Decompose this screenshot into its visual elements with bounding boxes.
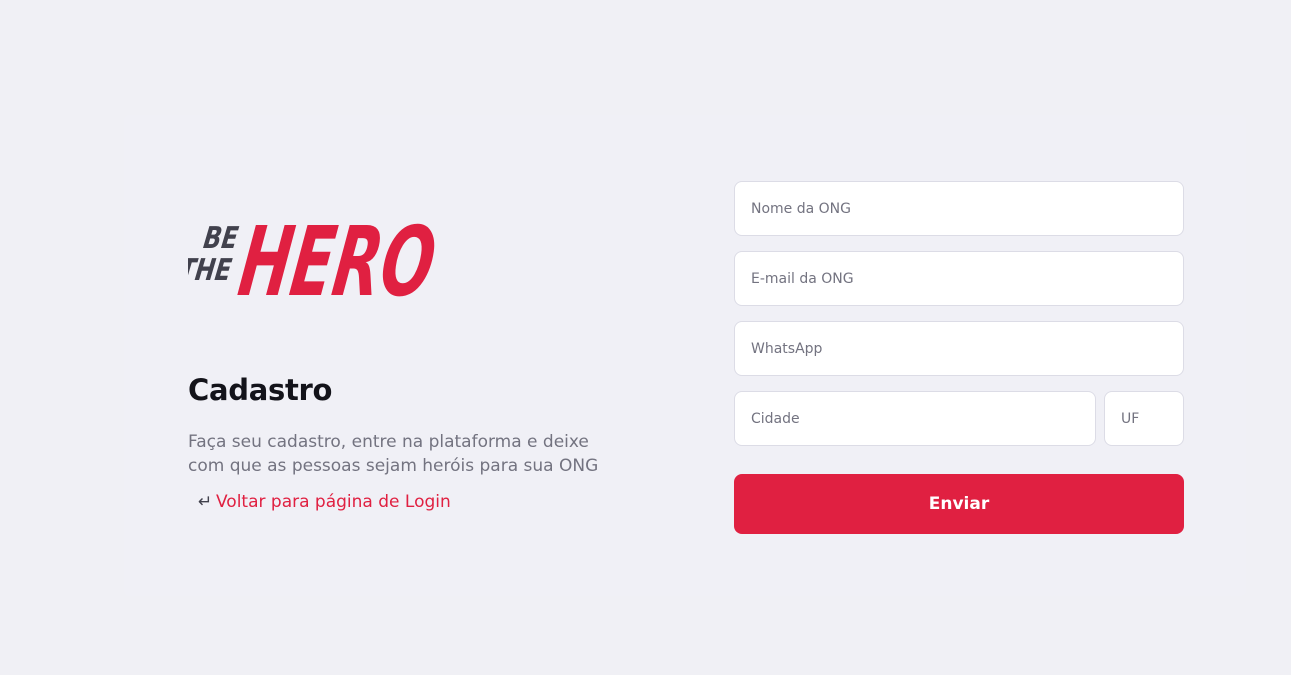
back-link-label: Voltar para página de Login xyxy=(216,492,451,512)
location-row xyxy=(734,391,1184,446)
page-title: Cadastro xyxy=(188,373,333,407)
brand-section: BE THE HERO xyxy=(188,195,638,307)
back-to-login-link[interactable]: ↵ Voltar para página de Login xyxy=(198,492,451,512)
uf-input[interactable] xyxy=(1104,391,1184,446)
ong-email-input[interactable] xyxy=(734,251,1184,306)
back-arrow-icon: ↵ xyxy=(198,492,213,512)
register-card: BE THE HERO Cadastro Faça seu cadastro, … xyxy=(124,115,1246,596)
whatsapp-input[interactable] xyxy=(734,321,1184,376)
logo-be-text: BE xyxy=(201,221,240,256)
be-the-hero-logo: BE THE HERO xyxy=(188,205,443,307)
ong-name-input[interactable] xyxy=(734,181,1184,236)
register-form: Enviar xyxy=(734,181,1184,534)
submit-button[interactable]: Enviar xyxy=(734,474,1184,534)
city-input[interactable] xyxy=(734,391,1096,446)
page-description: Faça seu cadastro, entre na plataforma e… xyxy=(188,432,599,476)
logo-hero-text: HERO xyxy=(233,205,443,307)
logo-the-text: THE xyxy=(188,253,234,288)
